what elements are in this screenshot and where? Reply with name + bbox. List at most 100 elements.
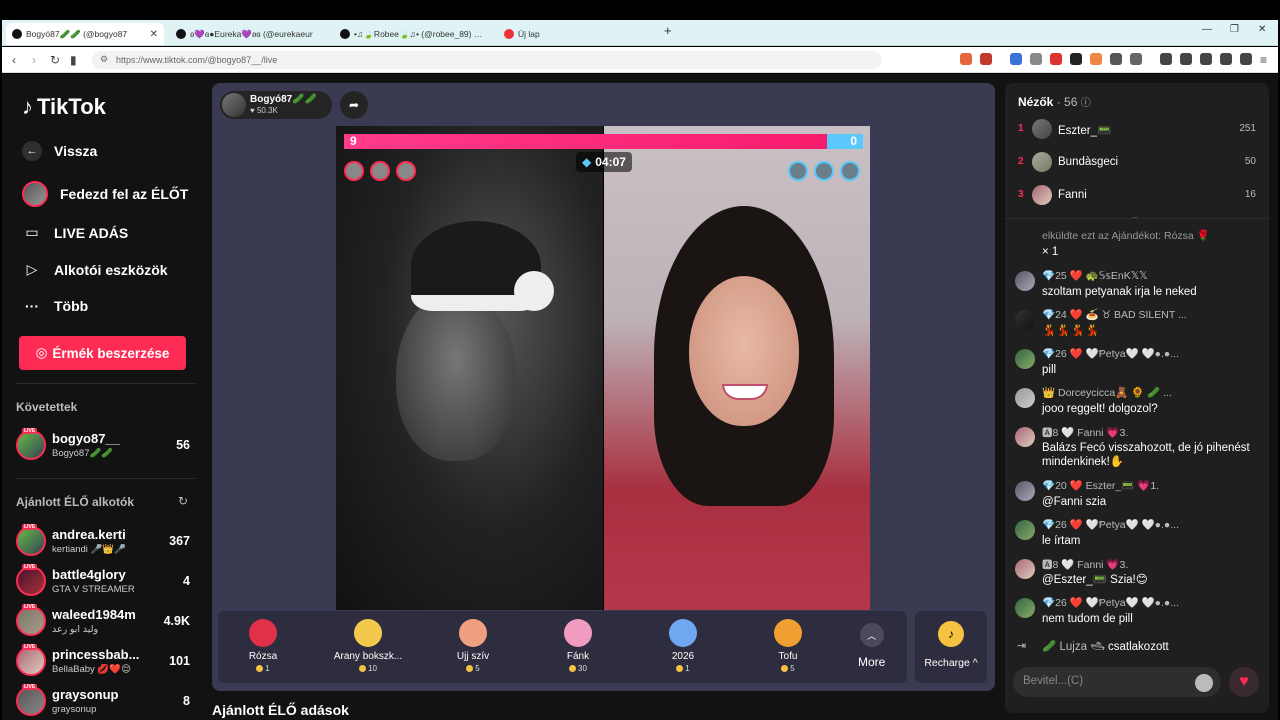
top-viewer-row[interactable]: 3 Fanni 16 bbox=[1018, 185, 1256, 207]
wallet-icon[interactable] bbox=[1200, 53, 1212, 65]
sidebar-icon[interactable] bbox=[1180, 53, 1192, 65]
opponent-gifter-slot[interactable] bbox=[814, 161, 834, 181]
gift-price-value: 5 bbox=[475, 664, 480, 673]
avatar[interactable] bbox=[1015, 388, 1035, 408]
avatar[interactable] bbox=[1015, 349, 1035, 369]
message-header[interactable]: 💎25 ❤️ 🐢𝕊𝕤EnK𝕏𝕏 bbox=[1042, 269, 1260, 282]
message-header[interactable]: 👑 Dorceycicca🧸 🌻 🥒 ... bbox=[1042, 386, 1260, 399]
message-header[interactable]: 💎26 ❤️ 🤍Ᵽetya🤍 🤍●.●... bbox=[1042, 518, 1260, 531]
host-info-chip[interactable]: Bogyó87🥒🥒 ♥ 50.3K bbox=[220, 91, 332, 119]
opponent-gifter-slot[interactable] bbox=[788, 161, 808, 181]
extension-icon[interactable] bbox=[1090, 53, 1102, 65]
live-video[interactable]: 9 0 ◆ 04:07 bbox=[336, 126, 870, 610]
nav-explore-live[interactable]: Fedezd fel az ÉLŐT bbox=[22, 181, 188, 207]
extension-icon[interactable] bbox=[1130, 53, 1142, 65]
gift-item[interactable]: Rózsa 1 bbox=[218, 619, 308, 673]
gift-item[interactable]: Arany bokszk... 10 bbox=[323, 619, 413, 673]
tab-active[interactable]: Bogyó87🥒🥒 (@bogyo87 ✕ bbox=[6, 23, 164, 45]
tab-new[interactable]: Új lap bbox=[498, 23, 658, 45]
following-item[interactable]: LIVE bogyo87__ Bogyó87🥒🥒 56 bbox=[16, 428, 196, 464]
rose-icon bbox=[249, 619, 277, 647]
avatar[interactable] bbox=[1015, 520, 1035, 540]
recommended-item[interactable]: LIVE andrea.kerti kertiandi 🎤👑🎤 367 bbox=[16, 524, 196, 560]
brave-shield-icon[interactable] bbox=[960, 53, 972, 65]
back-button[interactable]: ← Vissza bbox=[22, 141, 97, 161]
new-tab-button[interactable]: + bbox=[664, 23, 672, 38]
extension-icon[interactable] bbox=[1030, 53, 1042, 65]
message-header[interactable]: 💎26 ❤️ 🤍Ᵽetya🤍 🤍●.●... bbox=[1042, 347, 1260, 360]
message-header[interactable]: 💎20 ❤️ Eszter_📟 💗1. bbox=[1042, 479, 1260, 492]
close-icon[interactable]: ✕ bbox=[150, 29, 158, 40]
tab-robee[interactable]: •♫🍃Robee🍃♫• (@robee_89) ÉLŐ a bbox=[334, 23, 494, 45]
nav-live-studio[interactable]: ▭ LIVE ADÁS bbox=[22, 224, 128, 241]
chat-input[interactable]: Bevitel...(C) bbox=[1013, 667, 1221, 697]
recommended-item[interactable]: LIVE princessbab... BellaBaby 💋❤️😌 101 bbox=[16, 644, 196, 680]
top-gifter-avatar[interactable] bbox=[370, 161, 390, 181]
avatar[interactable] bbox=[1015, 310, 1035, 330]
extension-icon[interactable] bbox=[1050, 53, 1062, 65]
puzzle-icon[interactable] bbox=[1110, 53, 1122, 65]
avatar[interactable] bbox=[1015, 427, 1035, 447]
url-field[interactable]: ⚙ https://www.tiktok.com/@bogyo87__/live bbox=[92, 51, 882, 69]
recharge-button[interactable]: ♪ Recharge ^ bbox=[915, 611, 987, 683]
like-heart-button[interactable]: ♥ bbox=[1229, 667, 1259, 697]
help-icon[interactable]: ⓘ bbox=[1081, 98, 1091, 109]
host-name: Bogyó87🥒🥒 bbox=[250, 94, 318, 105]
chevron-down-icon[interactable]: ⌄ bbox=[1131, 211, 1139, 222]
creator-nickname: Bogyó87🥒🥒 bbox=[52, 448, 114, 459]
refresh-icon[interactable]: ↻ bbox=[178, 494, 188, 508]
tab-eureka[interactable]: ʚ💜ɞ●Eʊreka💜ʚɞ (@eurekaeur bbox=[170, 23, 330, 45]
top-viewer-row[interactable]: 1 Eszter_📟 251 bbox=[1018, 119, 1256, 141]
nav-more[interactable]: ··· Több bbox=[22, 298, 88, 314]
tiktok-logo[interactable]: ♪ TikTok bbox=[22, 94, 106, 120]
host-avatar bbox=[222, 93, 246, 117]
back-arrow-icon[interactable]: ‹ bbox=[12, 53, 16, 67]
site-info-icon[interactable]: ⚙ bbox=[100, 54, 108, 65]
tiktok-note-icon: ♪ bbox=[22, 94, 33, 119]
avatar[interactable] bbox=[1015, 481, 1035, 501]
opponent-gifter-slot[interactable] bbox=[840, 161, 860, 181]
top-gifter-avatar[interactable] bbox=[396, 161, 416, 181]
share-button[interactable]: ➦ bbox=[340, 91, 368, 119]
message-header[interactable]: 💎26 ❤️ 🤍Ᵽetya🤍 🤍●.●... bbox=[1042, 596, 1260, 609]
forward-arrow-icon[interactable]: › bbox=[32, 53, 36, 67]
avatar[interactable] bbox=[1015, 559, 1035, 579]
top-viewer-row[interactable]: 2 Bundàsgeci 50 bbox=[1018, 152, 1256, 174]
rewards-icon[interactable] bbox=[980, 53, 992, 65]
emoji-icon[interactable] bbox=[1195, 674, 1213, 692]
message-header[interactable]: 💎24 ❤️ 🍝 ♉ BAD SILENT ... bbox=[1042, 308, 1260, 321]
gift-item[interactable]: Fánk 30 bbox=[533, 619, 623, 673]
gift-item[interactable]: 2026 1 bbox=[638, 619, 728, 673]
get-coins-button[interactable]: ◎ Érmék beszerzése bbox=[19, 336, 186, 370]
top-gifter-avatar[interactable] bbox=[344, 161, 364, 181]
recommended-item[interactable]: LIVE waleed1984m وليد ابو رعد 4.9K bbox=[16, 604, 196, 640]
window-close-icon[interactable]: ✕ bbox=[1258, 24, 1266, 35]
nav-creator-tools[interactable]: ▷ Alkotói eszközök bbox=[22, 261, 168, 278]
divider bbox=[16, 478, 196, 479]
media-icon[interactable] bbox=[1160, 53, 1172, 65]
message-header[interactable]: 🅰8 🤍 Fanni 💗3. bbox=[1042, 425, 1260, 440]
minimize-icon[interactable]: — bbox=[1202, 24, 1212, 35]
gift-item[interactable]: Ujj szív 5 bbox=[428, 619, 518, 673]
extension-icon[interactable] bbox=[1010, 53, 1022, 65]
coin-icon bbox=[359, 665, 367, 672]
vpn-icon[interactable] bbox=[1240, 53, 1252, 65]
bookmark-icon[interactable]: ▮ bbox=[70, 53, 77, 67]
leo-icon[interactable] bbox=[1220, 53, 1232, 65]
more-gifts-button[interactable]: ︿ More bbox=[858, 623, 885, 669]
recommended-item[interactable]: LIVE graysonup graysonup 8 bbox=[16, 684, 196, 720]
restore-icon[interactable]: ❐ bbox=[1230, 24, 1239, 35]
heart-icon: ♥ bbox=[250, 106, 257, 115]
gift-item[interactable]: Tofu 5 bbox=[743, 619, 833, 673]
viewers-header[interactable]: Nézők · 56 ⓘ bbox=[1018, 94, 1091, 109]
recommended-item[interactable]: LIVE battle4glory GTA V STREAMER 4 bbox=[16, 564, 196, 600]
message-header[interactable]: 🅰8 🤍 Fanni 💗3. bbox=[1042, 557, 1260, 572]
avatar[interactable] bbox=[1015, 598, 1035, 618]
avatar[interactable] bbox=[1015, 271, 1035, 291]
join-user[interactable]: 🥒 Lujza 🛥 bbox=[1042, 641, 1105, 653]
battle-icon: ◆ bbox=[582, 155, 592, 169]
join-line: 🥒 Lujza 🛥 csatlakozott bbox=[1042, 639, 1260, 653]
extension-icon[interactable] bbox=[1070, 53, 1082, 65]
reload-icon[interactable]: ↻ bbox=[50, 53, 60, 67]
menu-icon[interactable]: ≡ bbox=[1260, 53, 1267, 67]
